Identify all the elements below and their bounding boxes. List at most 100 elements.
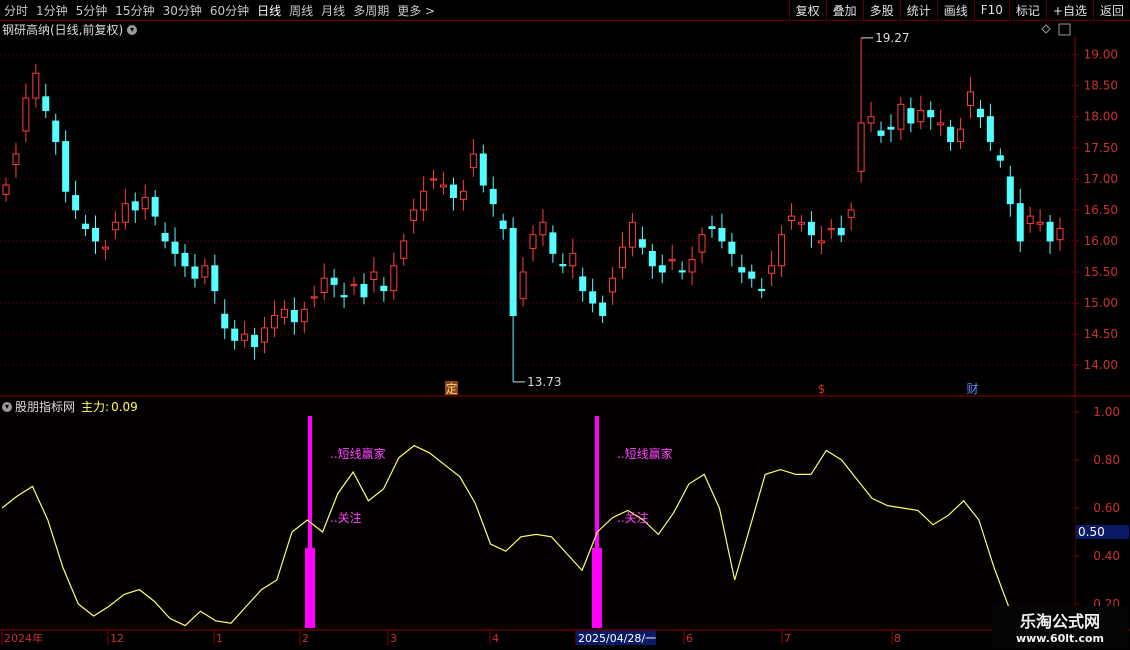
candle-body <box>499 220 507 230</box>
candle-body <box>241 333 249 341</box>
candle-body <box>171 241 179 254</box>
candle-body <box>1056 228 1064 241</box>
indicator-title-row: ▾ 股朋指标网 主力: 0.09 <box>2 398 138 415</box>
candle-body <box>350 283 358 287</box>
candle-body <box>688 259 696 273</box>
candle-body <box>261 327 269 343</box>
candle-body <box>1026 215 1034 225</box>
candle-body <box>459 190 467 200</box>
candle-body <box>211 265 219 292</box>
signal-text: ..关注 <box>617 510 649 525</box>
candle-body <box>539 221 547 236</box>
kline-chart[interactable]: 19.00 18.50 18.00 17.50 17.00 16.50 16.00 15.50… <box>0 0 1130 650</box>
candle-body <box>1006 176 1014 205</box>
candle-body <box>201 265 209 278</box>
candle-body <box>469 153 477 169</box>
candle-body <box>191 266 199 279</box>
price-axis-label: 16.50 <box>1084 203 1118 217</box>
candle-body <box>151 196 159 217</box>
candle-body <box>708 226 716 230</box>
candle-body <box>509 228 517 316</box>
candle-body <box>698 234 706 253</box>
candle-body <box>32 72 40 99</box>
candle-body <box>559 264 567 267</box>
indicator-axis-label: 0.80 <box>1093 453 1120 467</box>
candle-body <box>290 310 298 323</box>
candle-body <box>420 190 428 211</box>
candle-body <box>728 241 736 254</box>
candle-body <box>788 215 796 221</box>
max-price-label: 19.27 <box>875 31 909 45</box>
candle-body <box>410 209 418 221</box>
indicator-main-value: 0.09 <box>111 399 138 414</box>
price-axis-label: 15.00 <box>1084 296 1118 310</box>
candle-body <box>400 240 408 259</box>
candle-body <box>330 277 338 285</box>
candle-body <box>101 246 109 250</box>
candle-body <box>976 108 984 118</box>
price-axis-label: 14.00 <box>1084 358 1118 372</box>
current-value-label: 0.50 <box>1078 525 1105 539</box>
candle-body <box>897 103 905 130</box>
candle-body <box>181 252 189 267</box>
watermark: 乐淘公式网 www.60lt.com <box>992 606 1128 648</box>
price-axis-label: 19.00 <box>1084 48 1118 62</box>
time-axis-label: 4 <box>492 632 499 645</box>
watermark-line1: 乐淘公式网 <box>1019 612 1100 631</box>
candle-body <box>907 108 915 124</box>
watermark-line2: www.60lt.com <box>1015 632 1105 645</box>
candle-body <box>986 116 994 143</box>
candle-body <box>718 228 726 242</box>
candle-body <box>738 267 746 273</box>
price-axis-label: 15.50 <box>1084 265 1118 279</box>
candle-body <box>82 223 90 230</box>
candle-body <box>668 259 676 262</box>
candle-body <box>648 251 656 267</box>
candle-body <box>658 265 666 273</box>
candle-body <box>141 196 149 210</box>
candle-body <box>280 308 288 318</box>
candle-body <box>52 120 60 143</box>
candle-body <box>440 184 448 188</box>
candle-body <box>807 221 815 236</box>
candle-body <box>42 96 50 112</box>
candle-body <box>957 128 965 143</box>
candle-body <box>519 271 527 300</box>
event-marker: 定 <box>445 381 457 396</box>
time-axis-label: 7 <box>784 632 791 645</box>
candle-body <box>479 153 487 186</box>
candle-body <box>91 228 99 242</box>
candle-body <box>380 285 388 292</box>
candle-body <box>837 228 845 236</box>
diamond-icon <box>1041 24 1051 34</box>
candle-body <box>62 141 70 192</box>
candle-body <box>489 188 497 205</box>
candle-body <box>569 252 577 267</box>
candle-body <box>748 271 756 279</box>
candle-body <box>430 178 438 181</box>
candle-body <box>678 270 686 273</box>
candle-body <box>320 277 328 293</box>
candle-body <box>549 232 557 254</box>
indicator-axis-label: 0.40 <box>1093 549 1120 563</box>
time-axis-label: 12 <box>110 632 124 645</box>
event-marker: 财 <box>966 382 978 396</box>
candle-body <box>131 201 139 211</box>
signal-spike-base <box>305 548 315 628</box>
candle-body <box>589 291 597 304</box>
indicator-axis-label: 1.00 <box>1093 405 1120 419</box>
candle-body <box>1046 221 1054 242</box>
candle-body <box>917 110 925 123</box>
time-axis-label: 6 <box>686 632 693 645</box>
candle-body <box>857 122 865 172</box>
chevron-down-icon[interactable]: ▾ <box>2 401 12 412</box>
price-axis-label: 17.00 <box>1084 172 1118 186</box>
candle-body <box>927 110 935 118</box>
candle-body <box>618 246 626 269</box>
candle-body <box>758 288 766 292</box>
candle-body <box>638 239 646 248</box>
signal-text: ..短线赢家 <box>330 446 386 461</box>
candle-body <box>370 271 378 280</box>
candle-body <box>529 234 537 249</box>
window-toggle-icon <box>1058 23 1071 36</box>
